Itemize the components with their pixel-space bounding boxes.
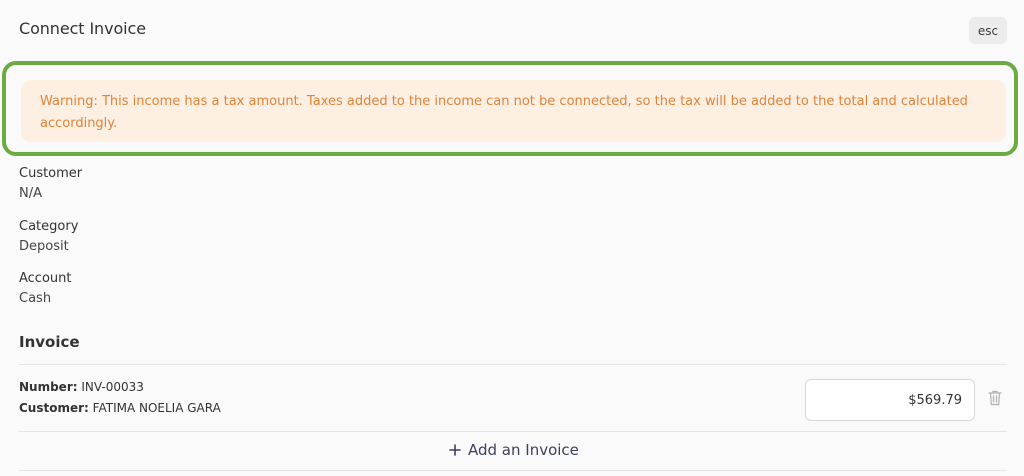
account-value: Cash [19,291,52,306]
invoice-number-line: Number: INV-00033 [19,380,144,394]
category-label: Category [19,219,79,234]
divider [19,364,1007,365]
trash-icon[interactable] [988,390,1002,406]
invoice-number-label: Number: [19,380,78,394]
invoice-section-title: Invoice [19,333,80,351]
invoice-customer-line: Customer: FATIMA NOELIA GARA [19,401,223,415]
invoice-amount-input[interactable]: $569.79 [805,379,975,421]
add-invoice-label: Add an Invoice [468,441,579,459]
dialog-title: Connect Invoice [19,19,146,38]
invoice-amount-value: $569.79 [908,392,962,408]
invoice-number-value: INV-00033 [81,380,144,394]
account-field: Account Cash [19,269,72,309]
plus-icon [449,444,461,456]
customer-field: Customer N/A [19,164,82,204]
invoice-customer-value: FATIMA NOELIA GARA [92,401,221,415]
account-label: Account [19,271,72,286]
divider [19,470,1007,471]
esc-button[interactable]: esc [969,17,1007,44]
category-value: Deposit [19,239,69,254]
customer-label: Customer [19,166,83,181]
add-invoice-button[interactable]: Add an Invoice [449,441,579,459]
invoice-customer-label: Customer: [19,401,89,415]
divider [19,431,1007,432]
connect-invoice-dialog: Connect Invoice esc Warning: This income… [0,0,1024,476]
warning-text: Warning: This income has a tax amount. T… [40,94,968,131]
tax-warning-alert: Warning: This income has a tax amount. T… [21,80,1006,142]
category-field: Category Deposit [19,217,78,257]
customer-value: N/A [19,186,42,201]
